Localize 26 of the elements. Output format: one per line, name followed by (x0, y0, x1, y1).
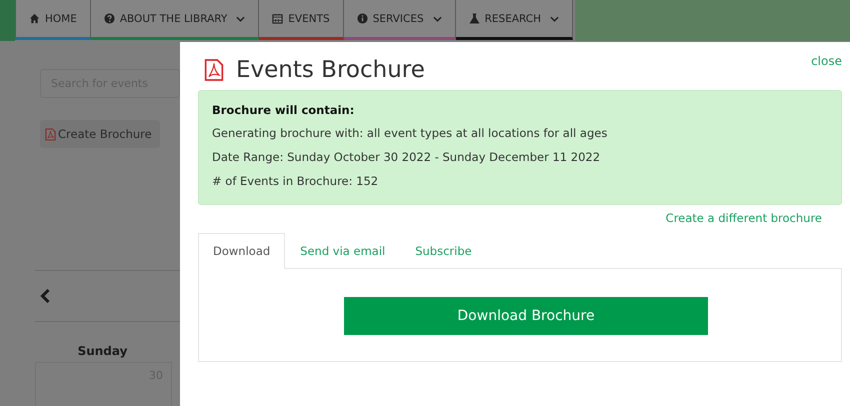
summary-line: # of Events in Brochure: 152 (212, 174, 380, 188)
calendar-icon (272, 13, 284, 24)
summary-line: Generating brochure with: all event types at all locations for all ages (212, 126, 608, 140)
close-link[interactable]: close (811, 54, 842, 68)
download-button[interactable]: Download Brochure (344, 297, 708, 335)
tab[interactable]: Download (198, 233, 286, 269)
summary-line: Date Range: Sunday October 30 2022 - Sunday December 11 2022 (212, 150, 602, 164)
create-brochure-button[interactable]: Create Brochure (40, 120, 160, 148)
pdf-icon (204, 58, 224, 82)
tab[interactable]: Subscribe (400, 233, 487, 268)
nav-tab[interactable]: ABOUT THE LIBRARY (90, 0, 260, 40)
nav-tab[interactable]: EVENTS (259, 0, 344, 40)
summary-heading: Brochure will contain: (212, 103, 356, 117)
pdf-icon (45, 128, 56, 140)
modal-title: Events Brochure (236, 57, 426, 83)
home-icon (29, 13, 40, 24)
flask-icon (468, 13, 480, 24)
info-icon (356, 13, 368, 24)
nav-tab[interactable]: HOME (15, 0, 91, 40)
chevron-left-icon[interactable] (40, 289, 51, 303)
nav-tab[interactable]: SERVICES (344, 0, 456, 40)
nav-tab[interactable]: RESEARCH (456, 0, 574, 40)
different-brochure-link[interactable]: Create a different brochure (666, 211, 822, 225)
day-header: Sunday (76, 344, 128, 358)
question-icon (104, 13, 115, 24)
tab[interactable]: Send via email (285, 233, 400, 268)
